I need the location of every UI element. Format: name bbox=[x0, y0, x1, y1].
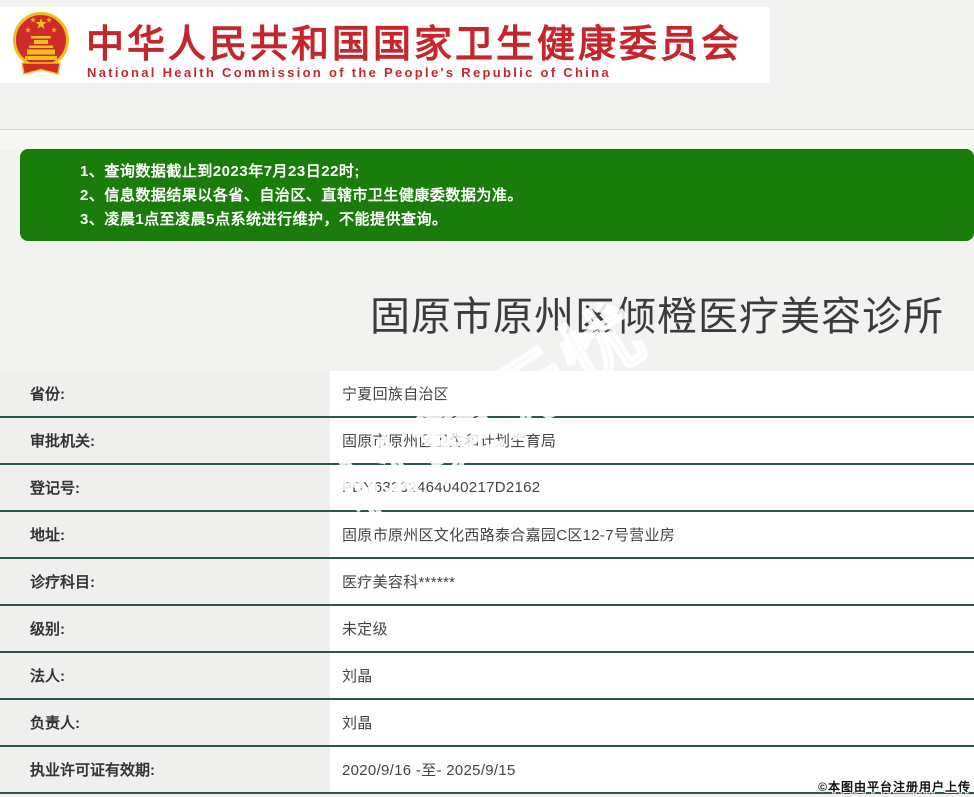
row-label: 审批机关: bbox=[0, 418, 330, 463]
table-row-address: 地址: 固原市原州区文化西路泰合嘉园C区12-7号营业房 bbox=[0, 512, 974, 559]
row-value: 固原市原州区卫生和计划生育局 bbox=[330, 418, 974, 463]
row-value: PDY63232464040217D2162 bbox=[330, 465, 974, 510]
row-value: 刘晶 bbox=[330, 700, 974, 745]
row-value: 未定级 bbox=[330, 606, 974, 651]
table-row-registration-number: 登记号: PDY63232464040217D2162 bbox=[0, 465, 974, 512]
row-value: 医疗美容科****** bbox=[330, 559, 974, 604]
row-label: 地址: bbox=[0, 512, 330, 557]
table-row-level: 级别: 未定级 bbox=[0, 606, 974, 653]
attribution-badge: ©本图由平台注册用户上传 bbox=[818, 780, 971, 794]
table-row-approval-authority: 审批机关: 固原市原州区卫生和计划生育局 bbox=[0, 418, 974, 465]
row-label: 负责人: bbox=[0, 700, 330, 745]
institution-title: 固原市原州区倾橙医疗美容诊所 bbox=[370, 295, 944, 339]
national-emblem-icon bbox=[13, 12, 69, 75]
row-label: 登记号: bbox=[0, 465, 330, 510]
notice-line-2: 2、信息数据结果以各省、自治区、直辖市卫生健康委数据为准。 bbox=[80, 187, 523, 204]
notice-line-3: 3、凌晨1点至凌晨5点系统进行维护，不能提供查询。 bbox=[80, 211, 448, 228]
row-value: 宁夏回族自治区 bbox=[330, 371, 974, 416]
row-value: 固原市原州区文化西路泰合嘉园C区12-7号营业房 bbox=[330, 512, 974, 557]
table-row-person-in-charge: 负责人: 刘晶 bbox=[0, 700, 974, 747]
header-title-cn: 中华人民共和国国家卫生健康委员会 bbox=[86, 24, 743, 66]
row-label: 法人: bbox=[0, 653, 330, 698]
row-label: 执业许可证有效期: bbox=[0, 747, 330, 792]
table-row-legal-person: 法人: 刘晶 bbox=[0, 653, 974, 700]
header-title-en: National Health Commission of the People… bbox=[87, 65, 611, 80]
info-table: 省份: 宁夏回族自治区 审批机关: 固原市原州区卫生和计划生育局 登记号: PD… bbox=[0, 371, 974, 794]
page-root: { "header": { "title_cn": "中华人民共和国国家卫生健康… bbox=[0, 0, 974, 797]
table-row-province: 省份: 宁夏回族自治区 bbox=[0, 371, 974, 418]
notice-box: 1、查询数据截止到2023年7月23日22时; 2、信息数据结果以各省、自治区、… bbox=[20, 149, 974, 241]
row-label: 省份: bbox=[0, 371, 330, 416]
header-card: 中华人民共和国国家卫生健康委员会 National Health Commiss… bbox=[0, 7, 770, 83]
notice-line-1: 1、查询数据截止到2023年7月23日22时; bbox=[80, 163, 360, 180]
row-value: 刘晶 bbox=[330, 653, 974, 698]
table-row-treatment-subjects: 诊疗科目: 医疗美容科****** bbox=[0, 559, 974, 606]
row-label: 诊疗科目: bbox=[0, 559, 330, 604]
header-sub-band bbox=[0, 130, 974, 149]
row-label: 级别: bbox=[0, 606, 330, 651]
